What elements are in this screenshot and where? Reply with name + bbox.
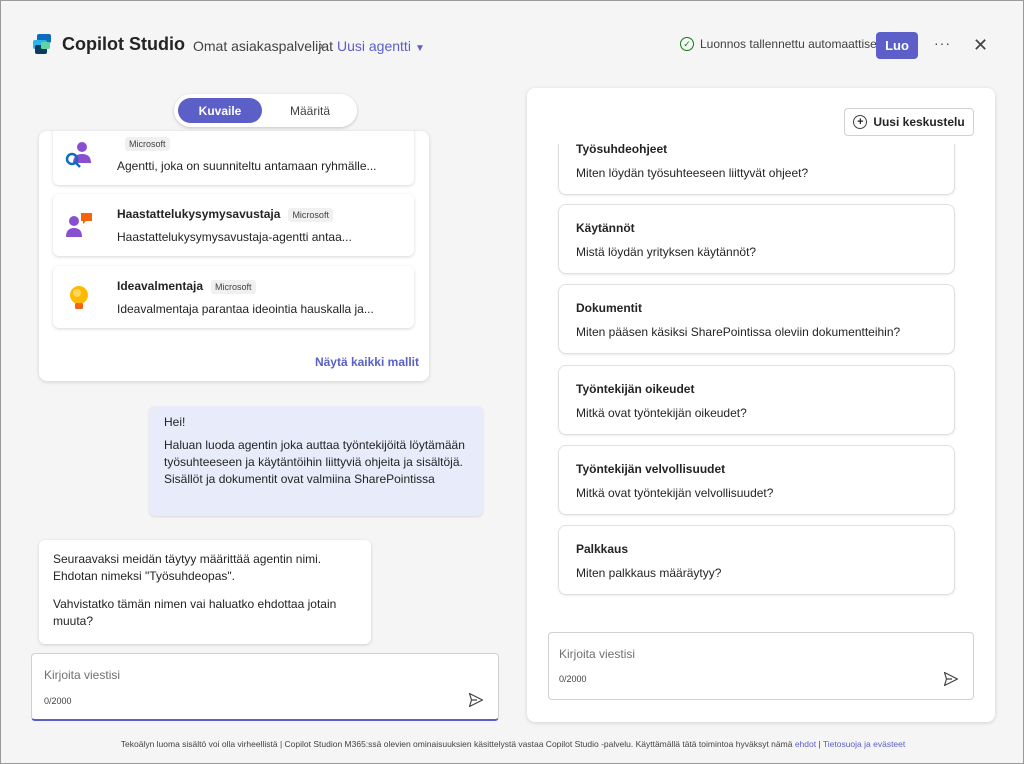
prompt-title: Työsuhdeohjeet [576,144,668,156]
prompt-question: Mitkä ovat työntekijän oikeudet? [576,406,747,420]
publisher-badge: Microsoft [211,279,256,294]
breadcrumb-current-agent[interactable]: Uusi agentti ▼ [337,38,425,54]
checkmark-circle-icon: ✓ [680,37,694,51]
template-name: Haastattelukysymysavustaja Microsoft [117,207,333,222]
tab-configure[interactable]: Määritä [268,98,352,123]
lightbulb-icon [70,286,88,309]
template-item[interactable]: Haastattelukysymysavustaja Microsoft Haas… [53,194,414,256]
prompt-title: Palkkaus [576,542,629,556]
template-name: Ideavalmentaja Microsoft [117,279,256,294]
input-placeholder: Kirjoita viestisi [44,668,121,682]
template-description: Ideavalmentaja parantaa ideointia hauska… [117,302,374,316]
template-item[interactable]: Ideavalmentaja Microsoft Ideavalmentaja p… [53,266,414,328]
prompt-title: Työntekijän velvollisuudet [576,462,726,476]
char-count: 0/2000 [44,696,72,706]
starter-prompt[interactable]: Palkkaus Miten palkkaus määräytyy? [558,525,955,595]
user-message: Hei! Haluan luoda agentin joka auttaa ty… [149,406,483,516]
prompt-title: Työntekijän oikeudet [576,382,695,396]
chevron-down-icon: ▼ [414,43,425,54]
test-pane: + Uusi keskustelu Työsuhdeohjeet Miten l… [527,88,995,722]
current-agent-label: Uusi agentti [337,38,411,54]
new-chat-label: Uusi keskustelu [873,115,965,129]
save-status: ✓ Luonnos tallennettu automaattisesti [680,37,889,51]
new-chat-button[interactable]: + Uusi keskustelu [844,108,974,136]
privacy-link[interactable]: Tietosuoja ja evästeet [823,739,905,749]
prompt-question: Mitkä ovat työntekijän velvollisuudet? [576,486,774,500]
footer-separator: | [816,739,823,749]
char-count: 0/2000 [559,674,587,684]
footer-text: Tekoälyn luoma sisältö voi olla virheell… [120,739,793,749]
tab-describe[interactable]: Kuvaile [178,98,262,123]
interview-chat-icon [66,213,92,237]
input-placeholder: Kirjoita viestisi [559,647,636,661]
template-name: Microsoft [117,136,170,151]
close-icon[interactable]: ✕ [973,35,988,56]
footer-disclaimer: Tekoälyn luoma sisältö voi olla virheell… [1,739,1024,749]
app-window: Copilot Studio Omat asiakaspalvelijat › … [0,0,1024,764]
breadcrumb-separator-icon: › [319,37,324,53]
add-chat-icon: + [853,115,868,129]
user-message-greeting: Hei! [164,415,186,429]
prompt-title: Käytännöt [576,221,635,235]
prompt-question: Miten palkkaus määräytyy? [576,566,722,580]
send-icon[interactable] [468,692,484,708]
team-search-icon [65,142,91,168]
prompt-question: Mistä löydän yrityksen käytännöt? [576,245,757,259]
prompt-title: Dokumentit [576,301,642,315]
show-all-templates-link[interactable]: Näytä kaikki mallit [315,355,419,369]
breadcrumb-my-agents[interactable]: Omat asiakaspalvelijat [193,38,333,54]
template-description: Agentti, joka on suunniteltu antamaan ry… [117,159,377,173]
user-message-body: Haluan luoda agentin joka auttaa työntek… [164,438,465,486]
send-icon[interactable] [943,671,959,687]
mode-toggle: Kuvaile Määritä [174,94,357,127]
copilot-studio-logo-icon [33,34,51,54]
publisher-badge: Microsoft [288,207,333,222]
starter-prompts: Työsuhdeohjeet Miten löydän työsuhteesee… [527,144,995,620]
bot-message-question: Vahvistatko tämän nimen vai haluatko ehd… [53,597,337,628]
templates-card: Microsoft Agentti, joka on suunniteltu a… [39,131,429,381]
describe-message-input[interactable]: Kirjoita viestisi 0/2000 [31,653,499,721]
template-description: Haastattelukysymysavustaja-agentti antaa… [117,230,352,244]
prompt-question: Miten löydän työsuhteeseen liittyvät ohj… [576,166,809,180]
starter-prompt[interactable]: Työntekijän velvollisuudet Mitkä ovat ty… [558,445,955,515]
starter-prompt[interactable]: Työntekijän oikeudet Mitkä ovat työnteki… [558,365,955,435]
terms-link[interactable]: ehdot [795,739,816,749]
bot-message-text: Seuraavaksi meidän täytyy määrittää agen… [53,552,322,583]
app-title: Copilot Studio [62,34,185,54]
save-status-text: Luonnos tallennettu automaattisesti [700,37,889,51]
more-options-icon[interactable]: ··· [934,35,951,51]
template-item[interactable]: Microsoft Agentti, joka on suunniteltu a… [53,131,414,185]
starter-prompt[interactable]: Työsuhdeohjeet Miten löydän työsuhteesee… [558,144,955,195]
create-button[interactable]: Luo [876,32,918,59]
top-bar: Copilot Studio Omat asiakaspalvelijat › … [1,1,1023,89]
test-message-input[interactable]: Kirjoita viestisi 0/2000 [548,632,974,700]
describe-pane: Kuvaile Määritä Microsoft Agentti, joka … [31,89,501,729]
publisher-badge: Microsoft [125,136,170,151]
prompt-question: Miten pääsen käsiksi SharePointissa olev… [576,325,901,339]
starter-prompt[interactable]: Käytännöt Mistä löydän yrityksen käytänn… [558,204,955,274]
starter-prompt[interactable]: Dokumentit Miten pääsen käsiksi SharePoi… [558,284,955,354]
bot-message: Seuraavaksi meidän täytyy määrittää agen… [39,540,371,644]
